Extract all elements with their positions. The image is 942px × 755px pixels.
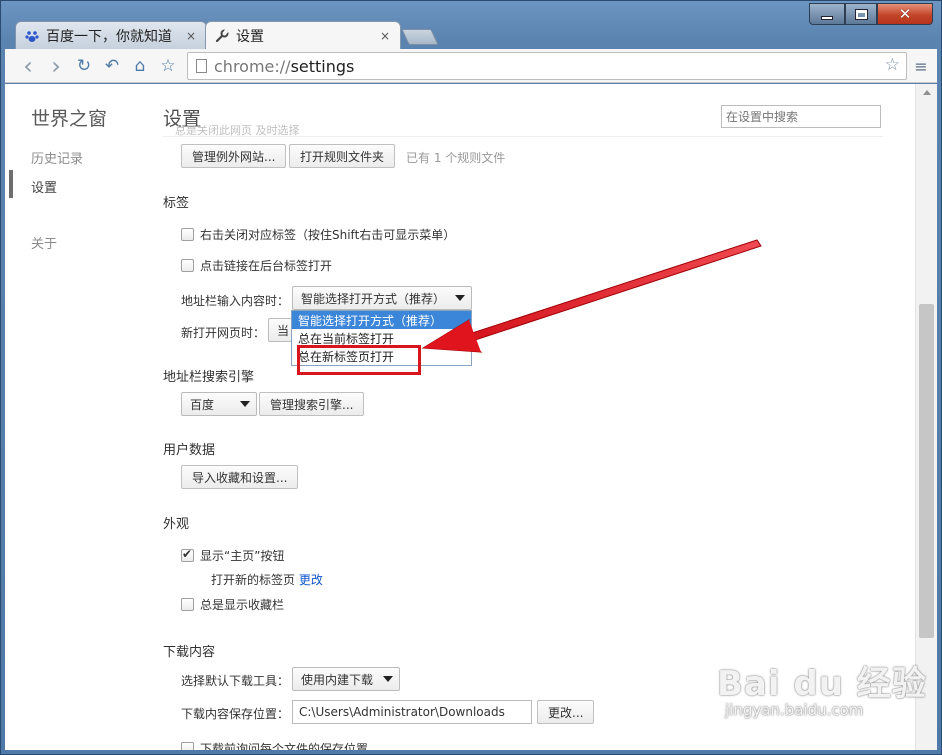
page-icon (196, 59, 207, 73)
vertical-scrollbar[interactable] (915, 84, 937, 750)
close-icon: ✕ (898, 5, 912, 23)
sidebar-active-marker (9, 170, 13, 198)
new-page-value: 当 (277, 323, 290, 338)
ask-download-location-option[interactable]: 下载前询问每个文件的保存位置 (181, 740, 368, 750)
search-input[interactable] (722, 106, 880, 127)
open-links-background-label: 点击链接在后台标签打开 (200, 259, 333, 273)
highlight-box (297, 345, 421, 375)
import-bookmarks-button[interactable]: 导入收藏和设置... (181, 465, 299, 489)
bookmark-button[interactable]: ☆ (157, 55, 179, 77)
url-scheme: chrome:// (214, 57, 291, 76)
reload-icon: ↻ (76, 56, 92, 76)
baidu-jingyan-watermark: Bai du 经验 jingyan.baidu.com (717, 656, 927, 719)
open-rules-folder-button[interactable]: 打开规则文件夹 (289, 144, 396, 168)
browser-window: ✕ 百度一下，你就知道 × 设置 × ‹ › ↻ ↶ ⌂ ☆ chrome://… (0, 0, 942, 755)
tab-title: 设置 (236, 28, 264, 45)
tab-close-icon[interactable]: × (186, 29, 196, 43)
change-download-path-button[interactable]: 更改... (537, 700, 595, 724)
rules-count-text: 已有 1 个规则文件 (406, 151, 506, 165)
new-tab-text: 打开新的标签页 (211, 573, 296, 587)
toolbar: ‹ › ↻ ↶ ⌂ ☆ chrome://settings ☆ ≡ (5, 49, 937, 83)
tab-close-icon[interactable]: × (380, 29, 390, 43)
baidu-paw-icon (24, 28, 40, 44)
forward-button[interactable]: › (45, 52, 67, 80)
open-links-background-checkbox[interactable] (181, 259, 194, 272)
section-heading-tabs: 标签 (163, 196, 190, 211)
always-bookmarks-option[interactable]: 总是显示收藏栏 (181, 596, 284, 613)
tab-title: 百度一下，你就知道 (46, 28, 172, 45)
watermark-logo: Bai du 经验 (717, 664, 927, 704)
chevron-down-icon (240, 401, 250, 407)
new-page-label: 新打开网页时： (181, 326, 266, 340)
download-tool-label: 选择默认下载工具： (181, 674, 290, 688)
sidebar-item-about[interactable]: 关于 (31, 233, 57, 252)
minimize-icon (821, 16, 833, 20)
change-home-link[interactable]: 更改 (299, 573, 323, 587)
ask-download-location-label: 下载前询问每个文件的保存位置 (200, 742, 369, 750)
always-bookmarks-checkbox[interactable] (181, 598, 194, 611)
section-heading-downloads: 下载内容 (163, 645, 216, 660)
download-tool-value: 使用内建下载 (301, 672, 374, 687)
close-window-button[interactable]: ✕ (877, 3, 933, 25)
wrench-icon (214, 28, 230, 44)
forward-icon: › (51, 52, 61, 80)
sidebar-item-settings[interactable]: 设置 (31, 177, 57, 196)
reload-button[interactable]: ↻ (73, 55, 95, 77)
new-tab-button[interactable] (401, 29, 439, 45)
settings-search[interactable] (721, 105, 881, 128)
address-bar[interactable]: chrome://settings ☆ (187, 52, 907, 80)
minimize-button[interactable] (809, 3, 845, 25)
annotation-arrow-icon (421, 239, 762, 353)
undo-button[interactable]: ↶ (101, 55, 123, 77)
back-icon: ‹ (23, 52, 33, 80)
section-heading-appearance: 外观 (163, 517, 190, 532)
home-button[interactable]: ⌂ (129, 55, 151, 77)
maximize-icon (854, 8, 868, 20)
download-path-field[interactable]: C:\Users\Administrator\Downloads (292, 700, 532, 724)
scroll-up-icon[interactable] (923, 90, 931, 95)
address-input-label: 地址栏输入内容时： (181, 294, 290, 308)
close-on-right-click-checkbox[interactable] (181, 228, 194, 241)
star-icon: ☆ (160, 56, 176, 76)
show-home-label: 显示“主页”按钮 (200, 549, 285, 563)
manage-exceptions-button[interactable]: 管理例外网站... (181, 144, 287, 168)
show-home-option[interactable]: 显示“主页”按钮 (181, 547, 284, 564)
undo-icon: ↶ (104, 56, 120, 76)
open-links-background-option[interactable]: 点击链接在后台标签打开 (181, 257, 332, 274)
section-heading-user-data: 用户数据 (163, 443, 216, 458)
download-path-label: 下载内容保存位置： (181, 707, 290, 721)
sidebar-item-history[interactable]: 历史记录 (31, 148, 83, 167)
search-engine-value: 百度 (190, 397, 215, 412)
bookmark-star-icon[interactable]: ☆ (885, 55, 900, 75)
sidebar: 世界之窗 历史记录 设置 关于 (5, 84, 155, 750)
address-text[interactable]: chrome://settings (214, 57, 354, 76)
home-icon: ⌂ (134, 56, 146, 76)
back-button[interactable]: ‹ (17, 52, 39, 80)
menu-icon: ≡ (914, 56, 928, 76)
search-engine-select[interactable]: 百度 (181, 392, 257, 416)
ask-download-location-checkbox[interactable] (181, 742, 194, 750)
brand-title: 世界之窗 (31, 108, 108, 130)
tab-baidu[interactable]: 百度一下，你就知道 × (15, 21, 207, 49)
home-page-setting: 打开新的标签页 更改 (211, 571, 323, 588)
maximize-button[interactable] (845, 3, 877, 25)
scroll-thumb[interactable] (919, 304, 934, 638)
show-home-checkbox[interactable] (181, 547, 194, 562)
settings-page: 世界之窗 历史记录 设置 关于 设置 总是关闭此网页 及时选择 管理例外网站..… (5, 84, 937, 750)
url-path: settings (290, 57, 355, 76)
menu-button[interactable]: ≡ (911, 55, 931, 77)
chevron-down-icon (383, 676, 393, 682)
header-divider (163, 136, 883, 137)
section-heading-search-engine: 地址栏搜索引擎 (163, 370, 255, 385)
always-bookmarks-label: 总是显示收藏栏 (200, 598, 285, 612)
tab-settings[interactable]: 设置 × (205, 21, 401, 49)
download-tool-select[interactable]: 使用内建下载 (292, 667, 400, 691)
manage-search-engines-button[interactable]: 管理搜索引擎... (259, 392, 365, 416)
